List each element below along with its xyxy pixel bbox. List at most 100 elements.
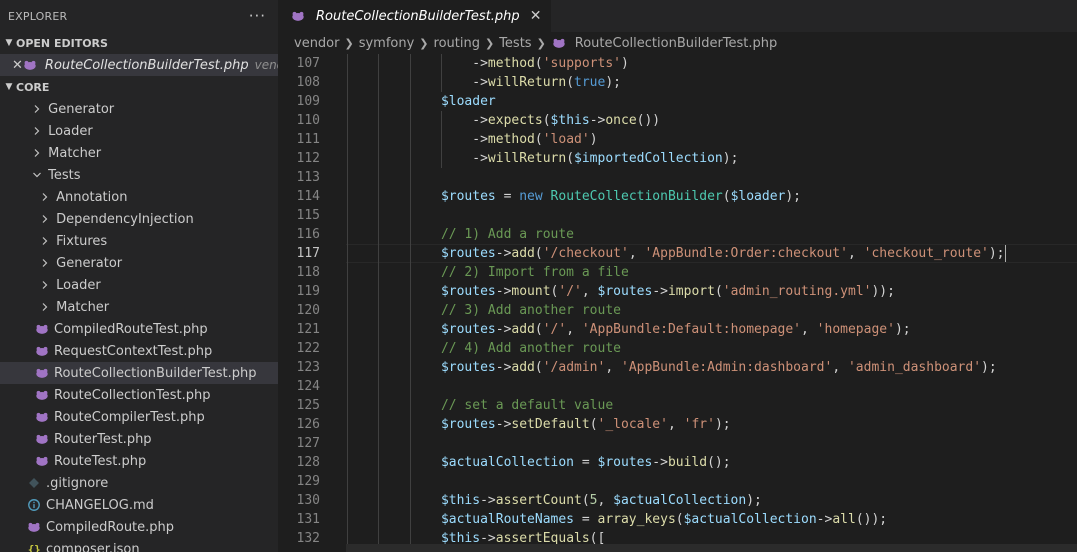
open-editor-item[interactable]: ✕ RouteCollectionBuilderTest.php vendor.… — [0, 54, 278, 76]
code-token: ()) — [636, 113, 661, 128]
code-token: , — [667, 417, 684, 432]
tree-folder[interactable]: Tests — [0, 164, 278, 186]
tree-file[interactable]: RouteCollectionBuilderTest.php — [0, 362, 278, 384]
breadcrumb-segment[interactable]: symfony — [359, 36, 415, 51]
code-token: RouteCollectionBuilder — [550, 189, 723, 204]
code-text: $actualRouteNames = array_keys($actualCo… — [441, 510, 887, 529]
close-icon[interactable]: ✕ — [12, 58, 23, 73]
tree-file[interactable]: CHANGELOG.md — [0, 494, 278, 516]
code-token: array_keys — [597, 512, 676, 527]
code-token: 'AppBundle:Default:homepage' — [581, 322, 802, 337]
code-line[interactable]: 111 ->method('load') — [278, 130, 1077, 149]
code-token: true — [574, 75, 606, 90]
php-icon — [34, 431, 50, 447]
tree-folder[interactable]: Loader — [0, 274, 278, 296]
code-line[interactable]: 128 $actualCollection = $routes->build(); — [278, 453, 1077, 472]
code-line[interactable]: 124 — [278, 377, 1077, 396]
code-line[interactable]: 123 $routes->add('/admin', 'AppBundle:Adm… — [278, 358, 1077, 377]
tree-item-label: Annotation — [56, 189, 128, 205]
tree-file[interactable]: {} composer.json — [0, 538, 278, 552]
indent-guide — [347, 111, 348, 130]
indent-guide — [409, 282, 411, 301]
code-line[interactable]: 118 // 2) Import from a file — [278, 263, 1077, 282]
code-line[interactable]: 109 $loader — [278, 92, 1077, 111]
breadcrumb-file[interactable]: RouteCollectionBuilderTest.php — [575, 36, 778, 51]
code-line[interactable]: 131 $actualRouteNames = array_keys($actua… — [278, 510, 1077, 529]
code-line[interactable]: 108 ->willReturn(true); — [278, 73, 1077, 92]
tree-file[interactable]: RouteTest.php — [0, 450, 278, 472]
tree-file[interactable]: RouterTest.php — [0, 428, 278, 450]
code-editor[interactable]: 107 ->method('supports') 108 ->willReturn(t… — [278, 54, 1077, 552]
code-text: $routes->setDefault('_locale', 'fr'); — [441, 415, 731, 434]
code-text: $routes->add('/admin', 'AppBundle:Admin:… — [441, 358, 997, 377]
code-token: all — [832, 512, 856, 527]
tree-folder[interactable]: Matcher — [0, 142, 278, 164]
tree-folder[interactable]: Loader — [0, 120, 278, 142]
code-line[interactable]: 117 $routes->add('/checkout', 'AppBundle:… — [278, 244, 1077, 263]
tree-item-label: Generator — [48, 101, 115, 117]
breadcrumb-segment[interactable]: vendor — [294, 36, 339, 51]
core-section[interactable]: ▼ CORE — [0, 76, 278, 98]
code-token: ( — [675, 512, 684, 527]
tree-folder[interactable]: Matcher — [0, 296, 278, 318]
code-line[interactable]: 127 — [278, 434, 1077, 453]
more-actions-icon[interactable]: ··· — [249, 7, 266, 25]
indent-guide — [378, 453, 380, 472]
code-token: build — [667, 455, 708, 470]
tree-file[interactable]: RouteCollectionTest.php — [0, 384, 278, 406]
tree-folder[interactable]: Generator — [0, 98, 278, 120]
line-number: 113 — [296, 170, 320, 185]
code-line[interactable]: 125 // set a default value — [278, 396, 1077, 415]
code-token: method — [487, 56, 535, 71]
code-token: ()); — [855, 512, 888, 527]
tree-folder[interactable]: Generator — [0, 252, 278, 274]
code-line[interactable]: 113 — [278, 168, 1077, 187]
indent-guide — [347, 92, 348, 111]
code-token: once — [605, 113, 637, 128]
code-line[interactable]: 119 $routes->mount('/', $routes->import('… — [278, 282, 1077, 301]
indent-guide — [347, 130, 348, 149]
indent-guide — [347, 301, 348, 320]
code-token: willReturn — [487, 151, 567, 166]
indent-guide — [378, 130, 380, 149]
code-token: // set a default value — [440, 398, 614, 413]
tree-file[interactable]: CompiledRouteTest.php — [0, 318, 278, 340]
code-line[interactable]: 107 ->method('supports') — [278, 54, 1077, 73]
chevron-right-icon — [38, 192, 52, 202]
indent-guide — [378, 320, 380, 339]
code-line[interactable]: 122 // 4) Add another route — [278, 339, 1077, 358]
breadcrumb-segment[interactable]: Tests — [499, 36, 531, 51]
code-token: add — [511, 360, 535, 375]
tree-file[interactable]: CompiledRoute.php — [0, 516, 278, 538]
code-token: ); — [746, 493, 762, 508]
code-token: ); — [894, 322, 911, 337]
code-text: ->method('load') — [472, 130, 597, 149]
code-token: -> — [495, 360, 512, 375]
indent-guide — [409, 187, 411, 206]
code-token: ( — [534, 360, 543, 375]
tab-route-collection-builder-test[interactable]: RouteCollectionBuilderTest.php ✕ — [278, 0, 553, 32]
chevron-down-icon: ▼ — [5, 38, 13, 48]
tree-file[interactable]: .gitignore — [0, 472, 278, 494]
code-line[interactable]: 120 // 3) Add another route — [278, 301, 1077, 320]
indent-guide — [409, 472, 411, 491]
code-text: // set a default value — [441, 396, 613, 415]
code-line[interactable]: 114 $routes = new RouteCollectionBuilder(… — [278, 187, 1077, 206]
tree-file[interactable]: RequestContextTest.php — [0, 340, 278, 362]
code-line[interactable]: 129 — [278, 472, 1077, 491]
code-line[interactable]: 115 — [278, 206, 1077, 225]
code-token: ( — [534, 246, 543, 261]
code-line[interactable]: 116 // 1) Add a route — [278, 225, 1077, 244]
tree-folder[interactable]: DependencyInjection — [0, 208, 278, 230]
open-editors-section[interactable]: ▼ OPEN EDITORS — [0, 32, 278, 54]
tree-folder[interactable]: Annotation — [0, 186, 278, 208]
code-line[interactable]: 126 $routes->setDefault('_locale', 'fr'); — [278, 415, 1077, 434]
code-line[interactable]: 121 $routes->add('/', 'AppBundle:Default:… — [278, 320, 1077, 339]
tree-file[interactable]: RouteCompilerTest.php — [0, 406, 278, 428]
code-line[interactable]: 130 $this->assertCount(5, $actualCollecti… — [278, 491, 1077, 510]
code-line[interactable]: 112 ->willReturn($importedCollection); — [278, 149, 1077, 168]
code-line[interactable]: 110 ->expects($this->once()) — [278, 111, 1077, 130]
close-icon[interactable]: ✕ — [530, 8, 542, 24]
breadcrumb-segment[interactable]: routing — [434, 36, 480, 51]
tree-folder[interactable]: Fixtures — [0, 230, 278, 252]
